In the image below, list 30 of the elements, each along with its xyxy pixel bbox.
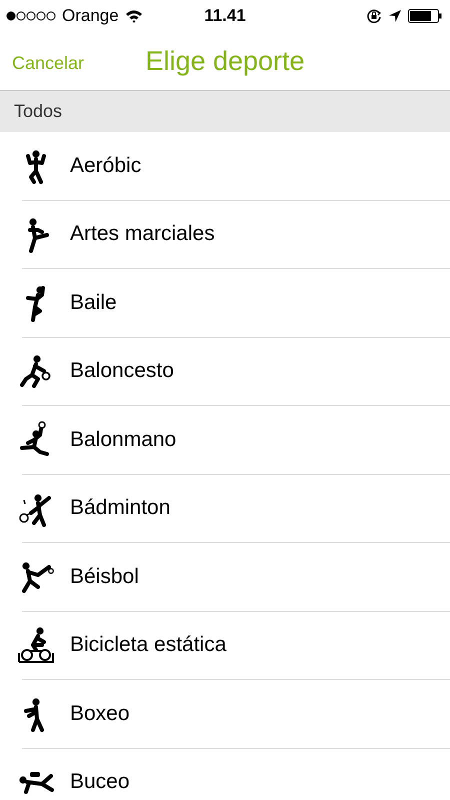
sport-list-item[interactable]: Artes marciales bbox=[22, 200, 450, 269]
sport-name: Bicicleta estática bbox=[70, 633, 226, 658]
cyclist-icon bbox=[16, 625, 56, 666]
sport-name: Béisbol bbox=[70, 564, 139, 589]
sport-list-item[interactable]: Bicicleta estática bbox=[22, 612, 450, 680]
signal-strength-icon bbox=[6, 11, 56, 21]
sport-list-item[interactable]: Baloncesto bbox=[22, 338, 450, 406]
sport-list-item[interactable]: Boxeo bbox=[22, 680, 450, 748]
sport-list-item[interactable]: Aeróbic bbox=[22, 132, 450, 200]
section-title: Todos bbox=[14, 101, 62, 122]
sport-list-item[interactable]: Baile bbox=[22, 269, 450, 338]
sport-name: Boxeo bbox=[70, 702, 130, 726]
sport-list-item[interactable]: Balonmano bbox=[22, 406, 450, 474]
sport-list-item[interactable]: Béisbol bbox=[22, 543, 450, 612]
sport-name: Buceo bbox=[70, 770, 130, 794]
wifi-icon bbox=[124, 9, 143, 23]
clock-time: 11.41 bbox=[204, 6, 246, 26]
screen-title: Elige deporte bbox=[145, 46, 305, 76]
rotation-lock-icon bbox=[366, 8, 382, 24]
sport-name: Bádminton bbox=[70, 496, 170, 520]
sport-name: Balonmano bbox=[70, 428, 176, 452]
battery-icon bbox=[408, 9, 442, 23]
location-arrow-icon bbox=[388, 9, 402, 23]
sport-list-item[interactable]: Buceo bbox=[22, 748, 450, 800]
carrier-name: Orange bbox=[62, 6, 119, 26]
sport-list-item[interactable]: Bádminton bbox=[22, 474, 450, 543]
sport-name: Baile bbox=[70, 290, 117, 315]
sport-name: Baloncesto bbox=[70, 359, 174, 384]
sport-name: Artes marciales bbox=[70, 222, 215, 246]
sport-name: Aeróbic bbox=[70, 154, 142, 178]
